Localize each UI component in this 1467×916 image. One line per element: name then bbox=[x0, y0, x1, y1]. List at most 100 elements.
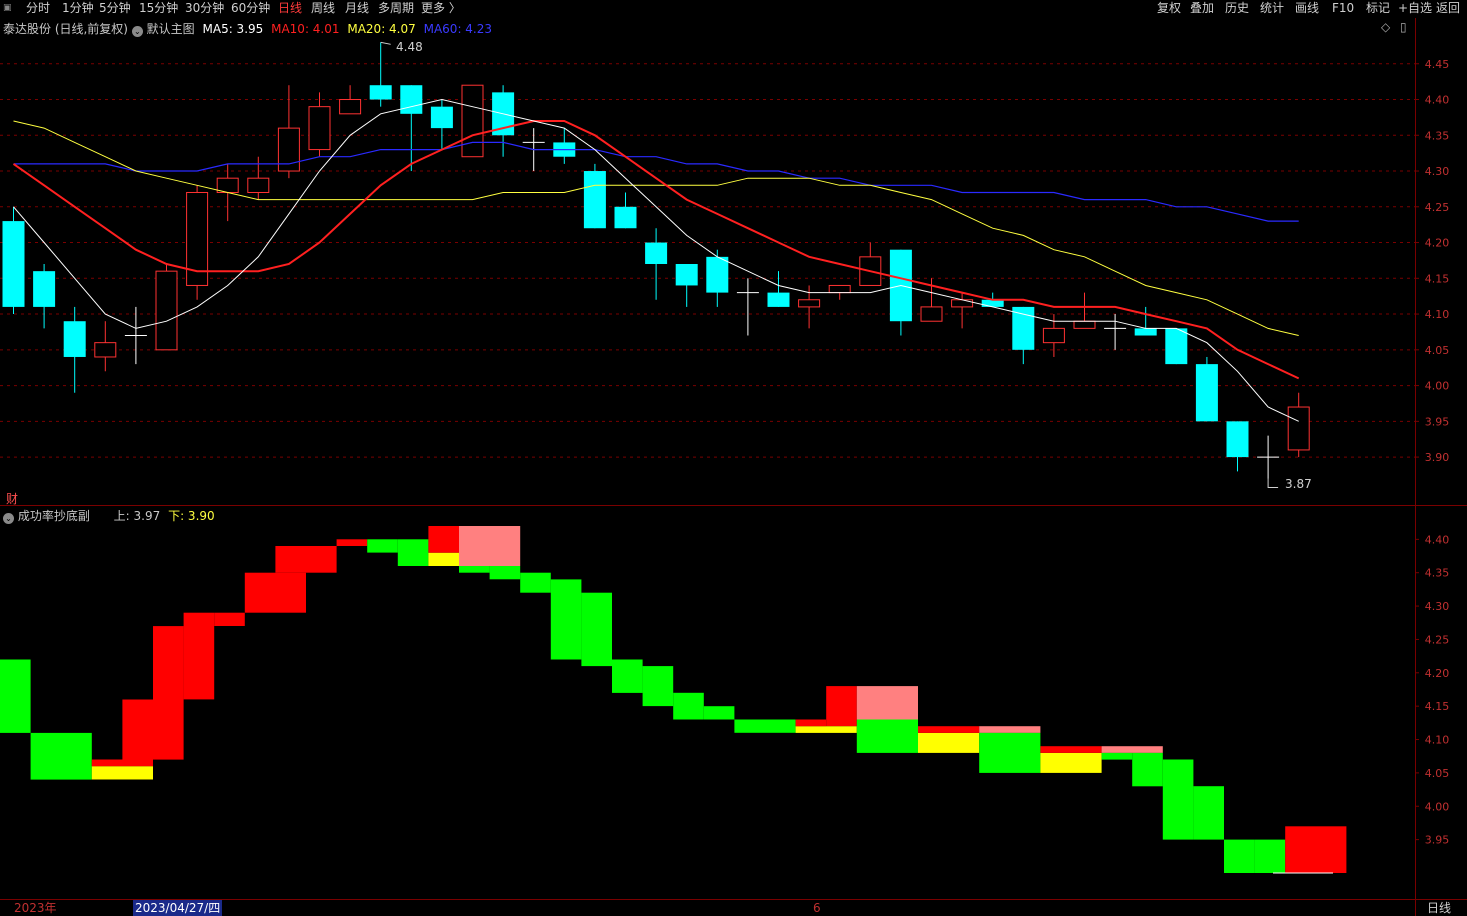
ma60-value: MA60: 4.23 bbox=[423, 22, 493, 36]
indicator-block bbox=[581, 592, 612, 667]
ma10-value: MA10: 4.01 bbox=[271, 22, 340, 36]
indicator-block bbox=[642, 666, 674, 707]
stock-chart[interactable]: 4.45 4.40 4.35 4.30 4.25 4.20 4.15 4.10 4.05 4.00… bbox=[0, 0, 1467, 916]
lower-value: 下: 3.90 bbox=[168, 509, 215, 523]
indicator-block bbox=[122, 699, 153, 760]
candle-down bbox=[1195, 364, 1218, 422]
sub-y-tick-label: 4.40 bbox=[1425, 533, 1450, 546]
sub-y-tick-label: 3.95 bbox=[1425, 834, 1450, 847]
indicator-block bbox=[1040, 746, 1102, 753]
indicator-block bbox=[428, 526, 459, 553]
indicator-block bbox=[1132, 752, 1163, 787]
candle-down bbox=[583, 171, 606, 229]
candle-down bbox=[1134, 328, 1157, 336]
month-label: 6 bbox=[813, 901, 821, 915]
candle-down bbox=[1012, 306, 1035, 350]
sub-y-tick-label: 4.35 bbox=[1425, 567, 1450, 580]
indicator-block bbox=[1040, 752, 1102, 773]
main-template-label[interactable]: 默认主图 bbox=[147, 22, 195, 36]
indicator-block bbox=[856, 719, 918, 753]
main-y-tick-label: 4.35 bbox=[1425, 129, 1450, 142]
indicator-block bbox=[826, 686, 857, 727]
sub-y-tick-label: 4.00 bbox=[1425, 800, 1450, 813]
ma5-value: MA5: 3.95 bbox=[202, 22, 264, 36]
main-y-tick-label: 4.10 bbox=[1425, 308, 1450, 321]
high-marker bbox=[380, 41, 391, 45]
candle-up bbox=[308, 106, 331, 151]
candle-down bbox=[400, 85, 423, 114]
candle-down bbox=[2, 221, 25, 307]
indicator-block bbox=[214, 612, 245, 626]
candle-up bbox=[920, 306, 943, 322]
indicator-block bbox=[734, 719, 796, 733]
main-y-tick-label: 4.15 bbox=[1425, 272, 1450, 285]
candle-down bbox=[614, 206, 637, 229]
sub-y-tick-label: 4.10 bbox=[1425, 734, 1450, 747]
indicator-block bbox=[153, 626, 184, 760]
candle-up bbox=[461, 84, 484, 158]
candle-down bbox=[369, 85, 392, 100]
candle-up bbox=[155, 270, 178, 351]
indicator-block bbox=[1224, 839, 1255, 873]
sub-y-tick-label: 4.20 bbox=[1425, 667, 1450, 680]
finance-marker[interactable]: 财 bbox=[6, 490, 18, 507]
candle-down bbox=[1165, 328, 1188, 365]
year-label: 2023年 bbox=[14, 901, 57, 915]
chevron-down-icon[interactable]: ⌄ bbox=[3, 513, 14, 524]
indicator-block bbox=[703, 706, 735, 720]
candle-down bbox=[675, 264, 698, 286]
main-y-tick-label: 4.30 bbox=[1425, 165, 1450, 178]
high-price-label: 4.48 bbox=[396, 40, 423, 54]
indicator-block bbox=[918, 732, 980, 753]
candle-up bbox=[247, 177, 270, 193]
indicator-block bbox=[979, 726, 1041, 733]
indicator-block bbox=[489, 566, 521, 580]
indicator-block bbox=[520, 572, 551, 593]
indicator-block bbox=[244, 572, 306, 613]
period-label[interactable]: 日线 bbox=[1427, 900, 1451, 916]
main-y-tick-label: 4.45 bbox=[1425, 58, 1450, 71]
chevron-down-icon[interactable]: ⌄ bbox=[131, 26, 143, 37]
indicator-block bbox=[795, 726, 857, 733]
candle-down bbox=[63, 321, 86, 357]
main-y-tick-label: 4.20 bbox=[1425, 237, 1450, 250]
indicator-block bbox=[1285, 826, 1347, 873]
candle-up bbox=[828, 284, 851, 294]
candle-down bbox=[430, 106, 453, 129]
indicator-block bbox=[1162, 759, 1194, 840]
candle-down bbox=[767, 292, 790, 307]
candle-down bbox=[981, 299, 1004, 307]
main-y-tick-label: 4.25 bbox=[1425, 201, 1450, 214]
sub-y-tick-label: 4.30 bbox=[1425, 600, 1450, 613]
diamond-icon[interactable]: ◇ bbox=[1381, 20, 1390, 34]
sub-y-tick-label: 4.25 bbox=[1425, 633, 1450, 646]
main-y-tick-label: 3.90 bbox=[1425, 451, 1450, 464]
main-y-tick-label: 4.05 bbox=[1425, 344, 1450, 357]
indicator-block bbox=[979, 732, 1041, 773]
indicator-block bbox=[183, 612, 215, 700]
candle-up bbox=[339, 99, 362, 115]
candle-down bbox=[706, 256, 729, 293]
low-price-label: 3.87 bbox=[1285, 477, 1312, 491]
upper-value: 上: 3.97 bbox=[113, 509, 161, 523]
candle-up bbox=[277, 127, 300, 172]
indicator-block bbox=[459, 526, 521, 566]
ma20-value: MA20: 4.07 bbox=[347, 22, 416, 36]
indicator-block bbox=[336, 539, 368, 546]
candle-up bbox=[1073, 320, 1096, 329]
candle-down bbox=[645, 242, 668, 264]
indicator-block bbox=[275, 546, 337, 573]
main-y-tick-label: 4.40 bbox=[1425, 94, 1450, 107]
sub-legend: ⌄ 成功率抄底副 上: 3.97 下: 3.90 bbox=[3, 507, 215, 524]
indicator-name[interactable]: 成功率抄底副 bbox=[18, 509, 90, 523]
candle-down bbox=[1226, 421, 1249, 458]
candle-up bbox=[951, 299, 974, 308]
cursor-date-label: 2023/04/27/四 bbox=[133, 900, 223, 916]
sub-y-tick-label: 4.05 bbox=[1425, 767, 1450, 780]
panel-toggle-icon[interactable]: ▯ bbox=[1400, 20, 1407, 34]
indicator-block bbox=[612, 659, 643, 693]
indicator-block bbox=[1254, 839, 1286, 873]
indicator-block bbox=[0, 659, 31, 733]
indicator-block bbox=[918, 726, 980, 733]
candle-up bbox=[1287, 406, 1310, 451]
